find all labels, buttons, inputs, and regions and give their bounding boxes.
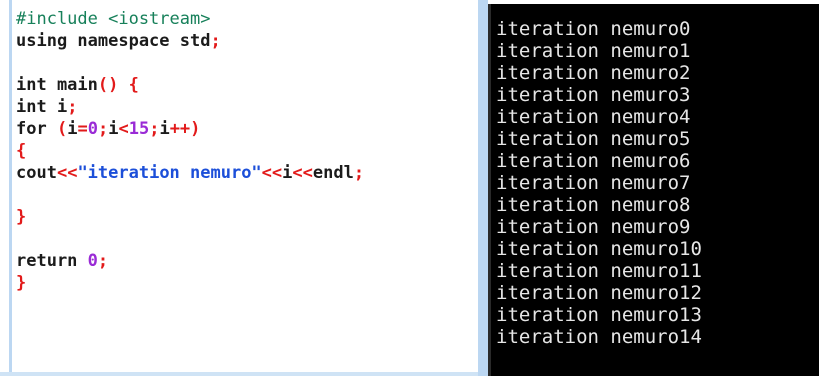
code-line[interactable]: for (i=0;i<15;i++) xyxy=(16,118,472,140)
editor-bottom-border xyxy=(0,372,478,376)
code-token-ident: cout xyxy=(16,163,57,183)
code-token-keyword: using namespace std xyxy=(16,31,211,51)
console-line: iteration nemuro10 xyxy=(496,238,702,260)
code-token-punct: ; xyxy=(97,251,109,271)
console-line: iteration nemuro13 xyxy=(496,304,702,326)
code-line[interactable]: } xyxy=(16,272,472,294)
console-line: iteration nemuro2 xyxy=(496,62,691,84)
code-token-punct: ++) xyxy=(169,119,201,139)
code-token-punct: ; xyxy=(149,119,160,139)
code-line[interactable]: #include <iostream> xyxy=(16,8,472,30)
code-token-punct: < xyxy=(118,119,129,139)
console-line: iteration nemuro5 xyxy=(496,128,691,150)
code-token-punct: << xyxy=(56,163,78,183)
console-line: iteration nemuro9 xyxy=(496,216,691,238)
code-token-ident: i xyxy=(108,119,119,139)
pane-splitter[interactable] xyxy=(478,0,488,376)
console-output-window: iteration nemuro0 iteration nemuro1 iterat… xyxy=(488,4,819,376)
console-output-text: iteration nemuro0 iteration nemuro1 iterat… xyxy=(496,18,702,348)
console-line: iteration nemuro7 xyxy=(496,172,691,194)
code-token-ident: i xyxy=(159,119,170,139)
console-line: iteration nemuro14 xyxy=(496,326,702,348)
code-token-number: 15 xyxy=(128,119,150,139)
code-token-string: "iteration nemuro" xyxy=(77,163,262,183)
code-token-keyword: int i xyxy=(16,97,68,117)
console-left-edge xyxy=(488,4,491,376)
code-token-punct: ; xyxy=(353,163,365,183)
code-token-punct: } xyxy=(16,273,27,293)
code-token-ident: endl xyxy=(312,163,354,183)
code-editor-pane[interactable]: #include <iostream> using namespace std; … xyxy=(0,0,479,376)
console-line: iteration nemuro6 xyxy=(496,150,691,172)
code-line[interactable]: } xyxy=(16,206,472,228)
code-line[interactable]: int main() { xyxy=(16,74,472,96)
code-token-punct: = xyxy=(77,119,88,139)
code-line[interactable]: { xyxy=(16,140,472,162)
code-line[interactable]: int i; xyxy=(16,96,472,118)
console-line: iteration nemuro0 xyxy=(496,18,691,40)
change-marker-bar xyxy=(9,0,12,372)
code-text-area[interactable]: #include <iostream> using namespace std; … xyxy=(16,8,472,294)
code-token-punct: ; xyxy=(67,97,78,117)
code-line[interactable] xyxy=(16,52,472,74)
console-line: iteration nemuro12 xyxy=(496,282,702,304)
code-token-punct: { xyxy=(16,141,27,161)
code-line[interactable]: cout<<"iteration nemuro"<<i<<endl; xyxy=(16,162,472,184)
code-token-keyword: int main xyxy=(16,75,98,95)
code-token-keyword: for xyxy=(16,119,57,139)
console-line: iteration nemuro11 xyxy=(496,260,702,282)
code-token-punct: << xyxy=(261,163,283,183)
code-token-ident: i xyxy=(67,119,78,139)
console-line: iteration nemuro1 xyxy=(496,40,691,62)
console-line: iteration nemuro3 xyxy=(496,84,691,106)
code-token-punct: ; xyxy=(97,119,109,139)
code-token-number: 0 xyxy=(87,251,98,271)
code-token-ident: i xyxy=(282,163,293,183)
editor-gutter xyxy=(0,0,9,376)
code-token-directive: #include <iostream> xyxy=(16,9,211,29)
code-line[interactable] xyxy=(16,184,472,206)
code-token-number: 0 xyxy=(87,119,98,139)
code-line[interactable]: return 0; xyxy=(16,250,472,272)
code-token-punct: ; xyxy=(210,31,221,51)
code-line[interactable]: using namespace std; xyxy=(16,30,472,52)
code-token-punct: ( xyxy=(56,119,68,139)
console-line: iteration nemuro8 xyxy=(496,194,691,216)
code-line[interactable] xyxy=(16,228,472,250)
code-token-punct: } xyxy=(16,207,27,227)
code-token-punct: () { xyxy=(97,75,139,95)
code-token-keyword: return xyxy=(16,251,88,271)
console-line: iteration nemuro4 xyxy=(496,106,691,128)
code-token-punct: << xyxy=(292,163,313,183)
